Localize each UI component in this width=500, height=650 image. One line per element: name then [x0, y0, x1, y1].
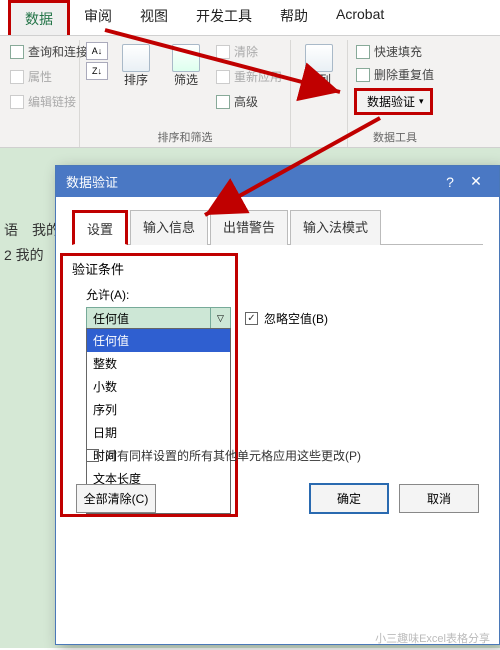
- label: 编辑链接: [28, 93, 76, 110]
- properties-icon: [10, 70, 24, 84]
- edit-link-icon: [10, 95, 24, 109]
- clear-filter-button: 清除: [214, 42, 284, 61]
- checkbox-icon: [86, 449, 99, 462]
- checkbox-icon: ✓: [245, 312, 258, 325]
- label: 重新应用: [234, 68, 282, 85]
- data-validation-button[interactable]: 数据验证 ▾: [354, 88, 433, 115]
- label: 排序: [124, 74, 148, 87]
- group-label: [297, 143, 341, 145]
- label: 筛选: [174, 74, 198, 87]
- queries-connections-button[interactable]: 查询和连接: [8, 42, 90, 61]
- dialog-titlebar[interactable]: 数据验证 ? ✕: [56, 166, 499, 197]
- group-label: [8, 143, 73, 145]
- label: 查询和连接: [28, 43, 88, 60]
- sort-asc-button[interactable]: A↓: [86, 42, 108, 60]
- advanced-filter-button[interactable]: 高级: [214, 92, 284, 111]
- ok-button[interactable]: 确定: [309, 483, 389, 514]
- filter-icon: [172, 44, 200, 72]
- chevron-down-icon: ▾: [419, 96, 424, 107]
- remove-duplicates-button[interactable]: 删除重复值: [354, 65, 436, 84]
- allow-option-integer[interactable]: 整数: [87, 352, 230, 375]
- dialog-tab-error-alert[interactable]: 出错警告: [210, 210, 288, 245]
- label: 忽略空值(B): [264, 310, 328, 327]
- label: 快速填充: [374, 43, 422, 60]
- filter-button[interactable]: 筛选: [164, 42, 208, 89]
- ribbon-tab-review[interactable]: 审阅: [70, 0, 126, 35]
- label: 分列: [307, 74, 331, 87]
- apply-all-checkbox[interactable]: 对有同样设置的所有其他单元格应用这些更改(P): [86, 447, 361, 464]
- help-button[interactable]: ?: [437, 174, 463, 190]
- label: 高级: [234, 93, 258, 110]
- dialog-tab-settings[interactable]: 设置: [72, 210, 128, 245]
- allow-option-any[interactable]: 任何值: [87, 329, 230, 352]
- sort-button[interactable]: 排序: [114, 42, 158, 89]
- reapply-icon: [216, 70, 230, 84]
- sort-desc-button[interactable]: Z↓: [86, 62, 108, 80]
- data-validation-dialog: 数据验证 ? ✕ 设置 输入信息 出错警告 输入法模式 验证条件 允许(A): …: [55, 165, 500, 645]
- group-label-tools: 数据工具: [354, 127, 436, 145]
- ribbon: 查询和连接 属性 编辑链接 A↓ Z↓ 排序 筛选 清除 重新应用 高级: [0, 36, 500, 148]
- edit-links-button: 编辑链接: [8, 92, 78, 111]
- ribbon-tabs: 数据 审阅 视图 开发工具 帮助 Acrobat: [0, 0, 500, 36]
- remove-dup-icon: [356, 68, 370, 82]
- group-label-sort: 排序和筛选: [86, 127, 284, 145]
- text-to-columns-button[interactable]: 分列: [297, 42, 341, 89]
- sort-quick-buttons: A↓ Z↓: [86, 42, 108, 80]
- dialog-title-text: 数据验证: [66, 172, 118, 191]
- allow-option-date[interactable]: 日期: [87, 421, 230, 444]
- ribbon-tab-view[interactable]: 视图: [126, 0, 182, 35]
- ribbon-tab-acrobat[interactable]: Acrobat: [322, 0, 398, 35]
- close-button[interactable]: ✕: [463, 173, 489, 190]
- clear-icon: [216, 45, 230, 59]
- allow-label: 允许(A):: [86, 286, 483, 303]
- label: 清除: [234, 43, 258, 60]
- flash-fill-icon: [356, 45, 370, 59]
- dialog-tab-input-message[interactable]: 输入信息: [130, 210, 208, 245]
- ignore-blank-checkbox[interactable]: ✓ 忽略空值(B): [245, 310, 328, 327]
- chevron-down-icon[interactable]: ▽: [210, 308, 230, 328]
- watermark: 小三趣味Excel表格分享: [375, 630, 490, 646]
- sort-icon: [122, 44, 150, 72]
- label: 数据验证: [367, 93, 415, 110]
- link-icon: [10, 45, 24, 59]
- ribbon-tab-developer[interactable]: 开发工具: [182, 0, 266, 35]
- split-icon: [305, 44, 333, 72]
- reapply-filter-button: 重新应用: [214, 67, 284, 86]
- flash-fill-button[interactable]: 快速填充: [354, 42, 424, 61]
- validation-criteria-label: 验证条件: [72, 259, 483, 278]
- label: 对有同样设置的所有其他单元格应用这些更改(P): [105, 447, 361, 464]
- advanced-icon: [216, 95, 230, 109]
- ribbon-tab-data[interactable]: 数据: [8, 0, 70, 35]
- properties-button: 属性: [8, 67, 54, 86]
- allow-value: 任何值: [87, 310, 210, 327]
- allow-option-list[interactable]: 序列: [87, 398, 230, 421]
- label: 属性: [28, 68, 52, 85]
- ribbon-tab-help[interactable]: 帮助: [266, 0, 322, 35]
- clear-all-button[interactable]: 全部清除(C): [76, 484, 156, 513]
- dialog-tabs: 设置 输入信息 出错警告 输入法模式: [72, 209, 483, 245]
- allow-option-decimal[interactable]: 小数: [87, 375, 230, 398]
- label: 删除重复值: [374, 66, 434, 83]
- cancel-button[interactable]: 取消: [399, 484, 479, 513]
- dialog-tab-ime-mode[interactable]: 输入法模式: [290, 210, 381, 245]
